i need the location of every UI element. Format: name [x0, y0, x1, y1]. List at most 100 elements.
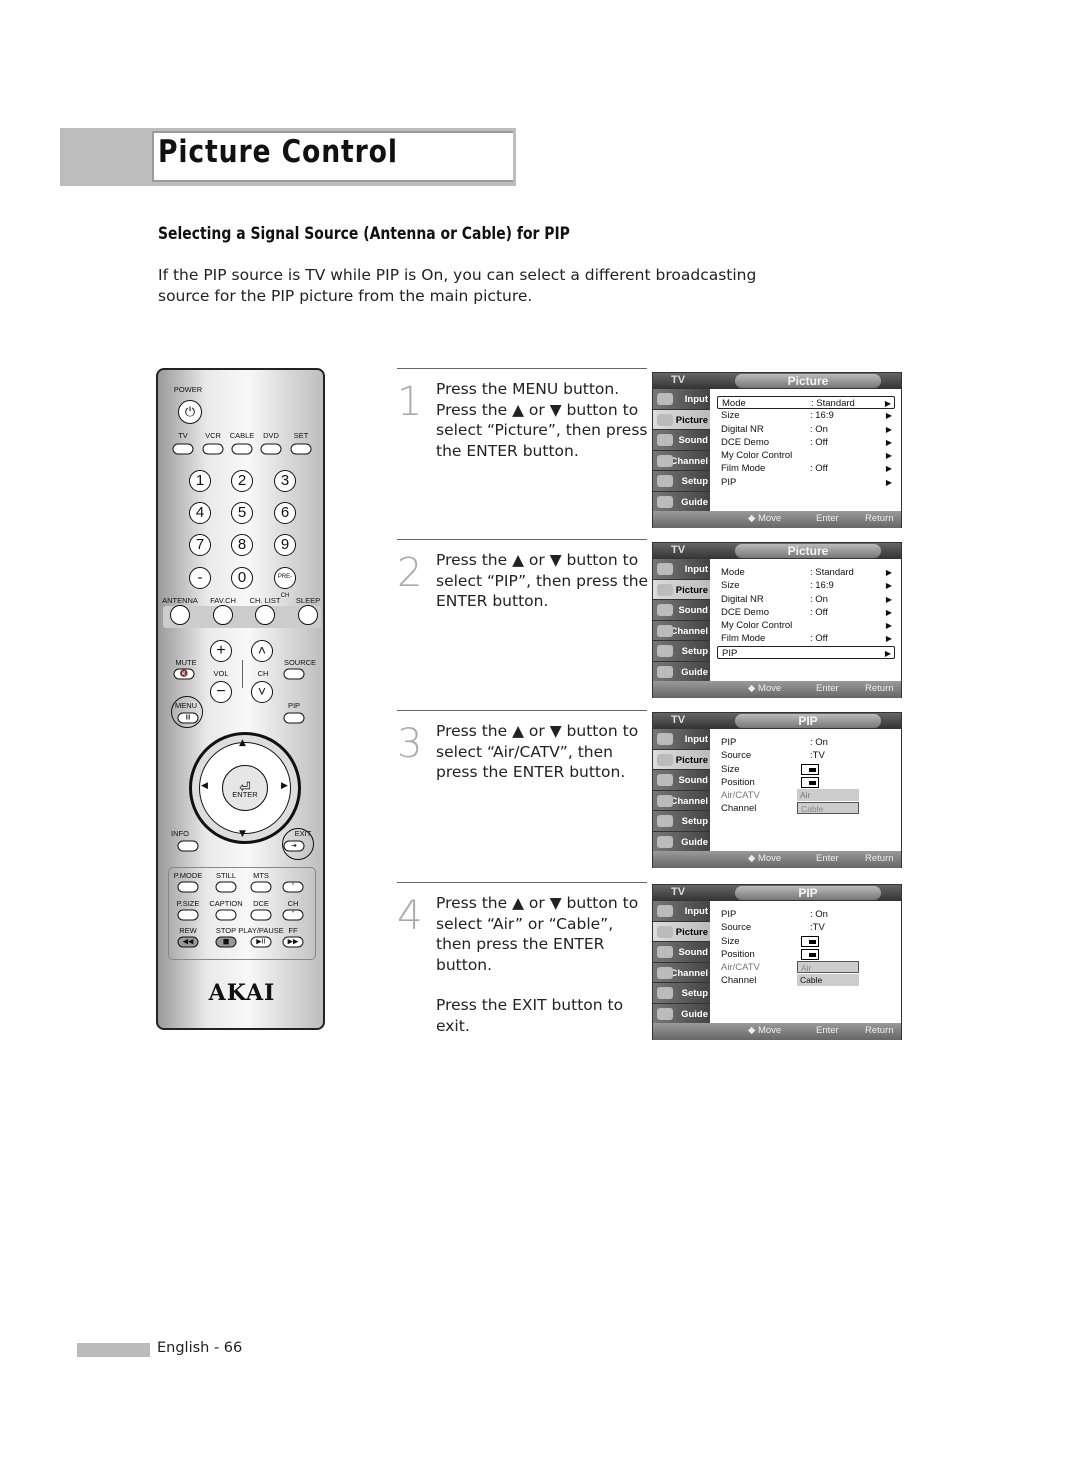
- osd-enter-hint: Enter: [816, 513, 839, 524]
- button-psize: [177, 909, 199, 921]
- step-3: 3 Press the ▲ or ▼ button to select “Air/…: [397, 710, 647, 870]
- osd-enter-hint: Enter: [816, 1025, 839, 1036]
- osd-sidebar-label: Setup: [681, 816, 708, 828]
- osd-sidebar: Input Picture Sound Channel Setup Guide: [653, 559, 710, 683]
- channel-up-button: ˄: [251, 640, 273, 662]
- step-number: 1: [397, 379, 423, 425]
- osd-item-label: Film Mode: [721, 463, 766, 475]
- setup-icon: [657, 645, 673, 658]
- osd-item-label: DCE Demo: [721, 436, 770, 448]
- osd-sidebar-item-sound: Sound: [653, 430, 710, 451]
- arrow-right-icon: ▶: [884, 399, 891, 408]
- osd-sidebar-label: Sound: [678, 947, 708, 959]
- setup-icon: [657, 475, 673, 488]
- info-label: INFO: [171, 829, 189, 838]
- button-antenna: [170, 605, 190, 625]
- osd-menu-item: Digital NR: On ▶: [717, 593, 895, 606]
- osd-sidebar-item-picture: Picture: [653, 409, 710, 431]
- channel-icon: [657, 966, 673, 979]
- osd-tv-label: TV: [671, 886, 686, 898]
- picture-icon: [657, 925, 673, 938]
- osd-menu-item: Source:TV: [717, 921, 895, 934]
- pip-window-icon: [801, 948, 819, 960]
- osd-return-hint: Return: [865, 853, 894, 864]
- osd-footer: ◆ Move Enter Return: [653, 681, 901, 698]
- setup-icon: [657, 815, 673, 828]
- digit-button: 3: [274, 470, 296, 492]
- page-number: English - 66: [157, 1340, 243, 1356]
- osd-sidebar-label: Sound: [678, 605, 708, 617]
- osd-item-value: : 16:9: [810, 410, 834, 422]
- osd-option: Air: [797, 961, 859, 974]
- remote-label: ANTENNA: [162, 596, 198, 605]
- osd-menu-item: Film Mode: Off ▶: [717, 462, 895, 475]
- osd-footer: ◆ Move Enter Return: [653, 1023, 901, 1040]
- step-text: Press the ▲ or ▼ button to select “Air” …: [436, 893, 651, 1036]
- osd-sidebar-label: Picture: [675, 754, 708, 766]
- osd-menu-item: Mode: Standard ▶: [717, 566, 895, 579]
- button-ch: ˅: [282, 909, 304, 921]
- button-sleep: [298, 605, 318, 625]
- channel-icon: [657, 794, 673, 807]
- exit-label: EXIT: [294, 829, 312, 838]
- step-number: 3: [397, 721, 423, 767]
- osd-sidebar-label: Channel: [670, 455, 708, 467]
- arrow-right-icon: ▶: [885, 451, 892, 461]
- enter-button: ⏎: [222, 765, 268, 811]
- button-favch: [213, 605, 233, 625]
- osd-move-hint: ◆ Move: [748, 513, 782, 524]
- intro-text: If the PIP source is TV while PIP is On,…: [158, 266, 757, 305]
- osd-sidebar: Input Picture Sound Channel Setup Guide: [653, 901, 710, 1025]
- osd-sidebar-item-input: Input: [653, 389, 710, 410]
- step-instruction: Press the MENU button. Press the ▲ or ▼ …: [436, 380, 648, 460]
- remote-label: PLAY/PAUSE: [238, 926, 284, 935]
- button-ff: ▶▶: [282, 936, 304, 948]
- arrow-right-icon: ▶: [885, 424, 892, 434]
- osd-menu-item: Position: [717, 948, 895, 961]
- osd-item-value: : 16:9: [810, 580, 834, 592]
- osd-sidebar-item-input: Input: [653, 559, 710, 580]
- osd-header: TV Picture: [653, 543, 901, 559]
- enter-label: ENTER: [232, 790, 258, 799]
- osd-menu-item: Size: [717, 763, 895, 776]
- osd-item-value: :TV: [810, 750, 825, 762]
- arrow-right-icon: ▶: [885, 607, 892, 617]
- osd-sidebar-label: Picture: [675, 584, 708, 596]
- osd-sidebar-item-channel: Channel: [653, 620, 710, 642]
- osd-sidebar-label: Channel: [670, 795, 708, 807]
- arrow-right-icon: ▶: [884, 648, 891, 658]
- setup-icon: [657, 987, 673, 1000]
- picture-icon: [657, 413, 673, 426]
- digit-button: 5: [231, 502, 253, 524]
- osd-item-value: : Off: [810, 463, 828, 475]
- osd-item-value: : On: [810, 909, 828, 920]
- digit-button: 7: [189, 534, 211, 556]
- osd-item-label: Channel: [721, 803, 757, 815]
- arrow-right-icon: ▶: [885, 581, 892, 591]
- digit-button: 1: [189, 470, 211, 492]
- osd-item-label: Film Mode: [721, 633, 766, 645]
- button-chlist: [255, 605, 275, 625]
- picture-icon: [657, 583, 673, 596]
- brand-logo: AKAI: [208, 980, 276, 1006]
- osd-item-label: Air/CATV: [721, 962, 760, 974]
- mode-button-set: [290, 443, 312, 455]
- pip-window-icon: [801, 776, 819, 788]
- osd-sidebar-label: Guide: [681, 1008, 708, 1020]
- osd-sidebar-item-guide: Guide: [653, 831, 710, 853]
- osd-menu-item: PIP ▶: [717, 645, 895, 660]
- digit-button: 2: [231, 470, 253, 492]
- osd-item-label: DCE Demo: [721, 606, 770, 618]
- osd-return-hint: Return: [865, 683, 894, 694]
- footer-bar: [77, 1343, 150, 1357]
- remote-label: CH: [287, 899, 299, 908]
- remote-label: DCE: [253, 899, 269, 908]
- arrow-right-icon: ▶: [885, 411, 892, 421]
- step-number: 4: [397, 893, 423, 939]
- osd-sidebar-item-channel: Channel: [653, 962, 710, 984]
- osd-sidebar-label: Input: [684, 734, 708, 745]
- osd-item-value: : Off: [810, 633, 828, 645]
- remote-label: REW: [179, 926, 197, 935]
- osd-menu-list: PIP: On Source:TV Size Position Air/CATV Air C…: [717, 908, 895, 988]
- remote-label: FAV.CH: [210, 596, 236, 605]
